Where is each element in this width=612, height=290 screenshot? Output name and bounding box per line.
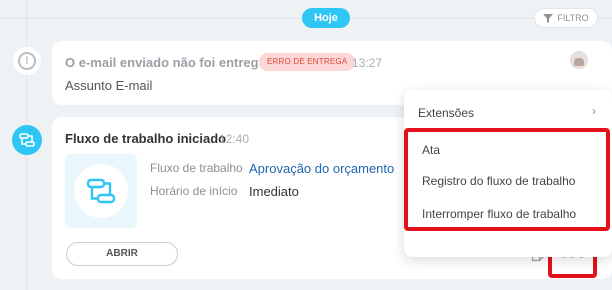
field-value-start-time: Imediato <box>249 184 299 199</box>
field-value-workflow[interactable]: Aprovação do orçamento <box>249 161 394 176</box>
field-label-workflow: Fluxo de trabalho <box>150 161 243 175</box>
filter-label: FILTRO <box>557 13 589 23</box>
workflow-time: 12:40 <box>219 132 250 146</box>
workflow-thumbnail <box>65 154 137 228</box>
chevron-right-icon: › <box>592 104 596 118</box>
email-subject[interactable]: Assunto E-mail <box>65 78 152 93</box>
menu-item-extensions[interactable]: Extensões <box>418 106 474 120</box>
workflow-node <box>12 125 42 155</box>
workflow-title: Fluxo de trabalho iniciado <box>65 131 227 146</box>
menu-highlight-box: Ata Registro do fluxo de trabalho Interr… <box>404 128 610 231</box>
menu-item-workflow-log[interactable]: Registro do fluxo de trabalho <box>422 174 575 188</box>
email-title: O e-mail enviado não foi entregue <box>65 55 274 70</box>
email-time: 13:27 <box>352 56 383 70</box>
menu-item-ata[interactable]: Ata <box>422 143 440 157</box>
warning-icon: ! <box>18 52 36 70</box>
filter-icon <box>543 13 554 23</box>
delivery-error-badge: ERRO DE ENTREGA <box>259 53 356 71</box>
today-label: Hoje <box>302 8 350 28</box>
avatar[interactable] <box>570 51 588 69</box>
menu-item-stop-workflow[interactable]: Interromper fluxo de trabalho <box>422 207 576 221</box>
field-label-start-time: Horário de início <box>150 184 238 198</box>
workflow-icon <box>86 178 116 204</box>
open-button[interactable]: ABRIR <box>66 242 178 266</box>
workflow-icon <box>19 133 35 147</box>
warning-node: ! <box>13 47 41 75</box>
filter-button[interactable]: FILTRO <box>534 8 598 28</box>
